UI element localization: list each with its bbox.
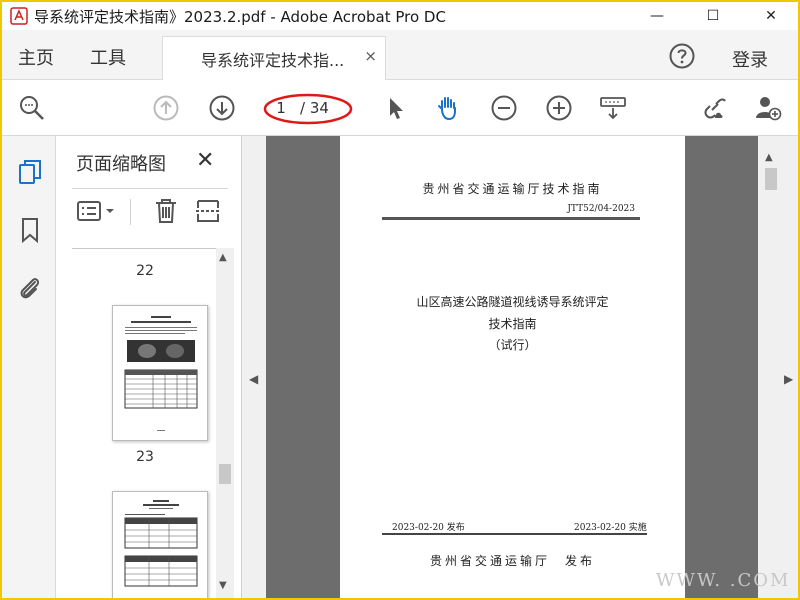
document-title-line2: 技术指南 — [488, 317, 537, 331]
document-scrollbar[interactable]: ▲ — [762, 150, 780, 596]
annotation-ellipse — [263, 93, 353, 125]
page-footer: 贵州省交通运输厅 发布 — [429, 554, 595, 568]
acrobat-window: 导系统评定技术指南》2023.2.pdf - Adobe Acrobat Pro… — [2, 2, 798, 598]
effective-date: 2023-02-20 实施 — [574, 523, 647, 533]
zoom-in-icon[interactable] — [545, 94, 573, 122]
keyboard-scroll-icon[interactable] — [599, 94, 627, 122]
maximize-button[interactable]: ☐ — [690, 2, 736, 30]
panel-title: 页面缩略图 — [76, 154, 166, 175]
thumbnail-page-label: 23 — [136, 449, 154, 465]
thumbnail-preview — [124, 500, 198, 587]
collapse-left-arrow-icon[interactable]: ◀ — [249, 372, 258, 386]
doc-scroll-up-arrow-icon[interactable]: ▲ — [765, 152, 773, 163]
thumbnail-panel: 页面缩略图 ✕ 22 23 ▲ ▼ — [56, 136, 242, 598]
tab-home[interactable]: 主页 — [18, 44, 54, 70]
title-bar: 导系统评定技术指南》2023.2.pdf - Adobe Acrobat Pro… — [2, 2, 798, 30]
watermark: WWW. .COM — [656, 570, 791, 591]
footer-rule — [382, 533, 647, 535]
document-title-line3: （试行） — [488, 338, 537, 352]
previous-page-icon[interactable] — [152, 94, 180, 122]
help-icon[interactable] — [668, 42, 696, 70]
left-collapse-strip[interactable]: ◀ — [242, 136, 266, 598]
page-header: 贵州省交通运输厅技术指南 — [422, 182, 603, 196]
collapse-right-arrow-icon[interactable]: ▶ — [784, 372, 793, 386]
scroll-up-arrow-icon[interactable]: ▲ — [219, 252, 227, 263]
doc-scrollbar-thumb[interactable] — [765, 168, 777, 190]
document-viewport[interactable]: ◀ 贵州省交通运输厅技术指南 JTT52/04-2023 山区高速公路隧道视线诱… — [242, 136, 798, 598]
tab-bar: 主页 工具 导系统评定技术指... × 登录 — [2, 30, 798, 80]
publish-date: 2023-02-20 发布 — [392, 523, 465, 533]
share-link-icon[interactable] — [700, 94, 728, 122]
pdf-page[interactable]: 贵州省交通运输厅技术指南 JTT52/04-2023 山区高速公路隧道视线诱导系… — [340, 136, 685, 598]
zoom-search-icon[interactable] — [18, 94, 46, 122]
scroll-down-arrow-icon[interactable]: ▼ — [219, 580, 227, 591]
scrollbar-thumb[interactable] — [219, 464, 231, 484]
panel-toolbar — [72, 188, 228, 232]
tab-tools[interactable]: 工具 — [90, 44, 126, 70]
thumbnail-preview — [124, 316, 198, 431]
hand-tool-icon[interactable] — [434, 94, 462, 122]
select-cursor-icon[interactable] — [382, 94, 410, 122]
add-user-icon[interactable] — [754, 94, 782, 122]
delete-page-icon[interactable] — [152, 197, 180, 225]
minimize-button[interactable]: — — [634, 2, 680, 30]
page-thumbnail[interactable] — [112, 305, 208, 441]
header-rule — [382, 217, 640, 220]
thumbnail-page-label: 22 — [136, 263, 154, 279]
zoom-out-icon[interactable] — [490, 94, 518, 122]
attachments-icon[interactable] — [16, 274, 44, 302]
close-window-button[interactable]: ✕ — [748, 2, 794, 30]
page-thumbnail[interactable] — [112, 491, 208, 598]
standard-code: JTT52/04-2023 — [567, 204, 635, 214]
thumbnail-scrollbar[interactable]: ▲ ▼ — [216, 248, 234, 598]
next-page-icon[interactable] — [208, 94, 236, 122]
tab-document[interactable]: 导系统评定技术指... × — [162, 36, 386, 80]
panel-close-button[interactable]: ✕ — [196, 148, 214, 173]
page-thumbnails-icon[interactable] — [16, 158, 44, 186]
left-navigation-rail — [2, 136, 56, 598]
bookmarks-icon[interactable] — [16, 216, 44, 244]
document-tab-label: 导系统评定技术指... — [201, 51, 345, 70]
toolbar-separator — [130, 199, 131, 225]
window-title: 导系统评定技术指南》2023.2.pdf - Adobe Acrobat Pro… — [34, 8, 446, 26]
toolbar: / 34 — [2, 80, 798, 136]
acrobat-app-icon — [10, 7, 28, 25]
thumbnail-list: 22 23 — [72, 248, 218, 598]
login-button[interactable]: 登录 — [732, 46, 768, 72]
document-title-line1: 山区高速公路隧道视线诱导系统评定 — [416, 295, 609, 309]
thumbnail-options-icon[interactable] — [76, 197, 116, 225]
extract-pages-icon[interactable] — [194, 197, 222, 225]
document-tab-close-button[interactable]: × — [364, 47, 377, 65]
